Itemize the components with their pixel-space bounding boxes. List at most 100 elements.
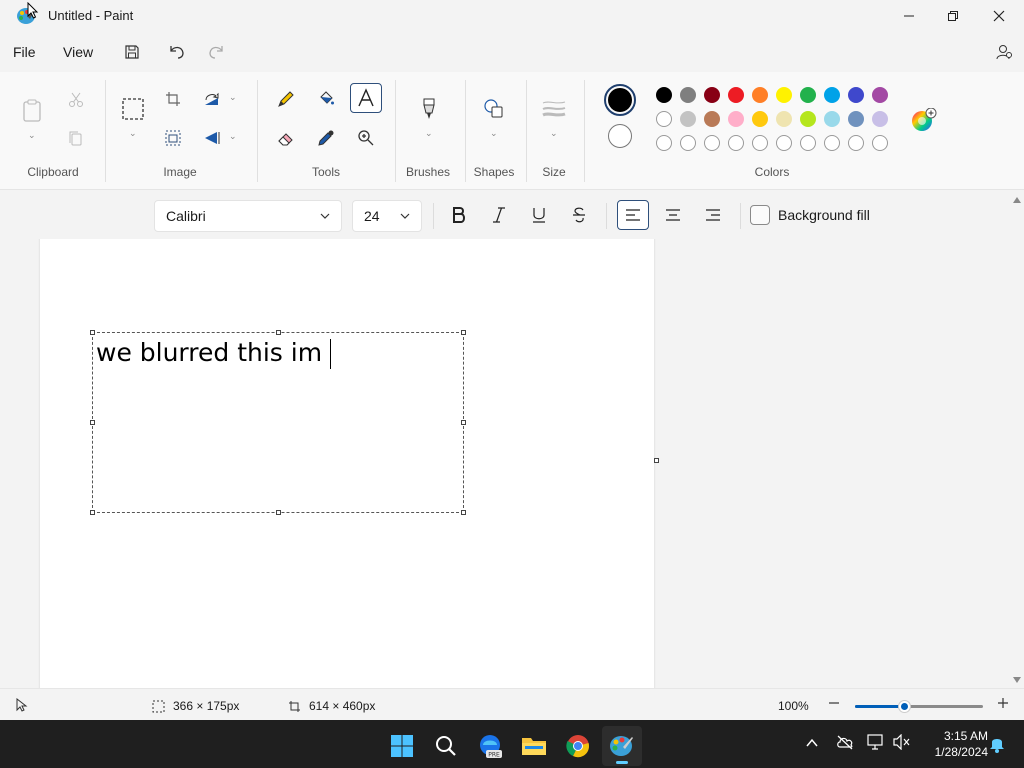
align-left-icon[interactable] xyxy=(617,200,649,230)
resize-handle[interactable] xyxy=(90,330,95,335)
edge-preview-icon[interactable]: PRE xyxy=(470,726,510,766)
color-swatch[interactable] xyxy=(728,111,744,127)
file-explorer-icon[interactable] xyxy=(514,726,554,766)
menu-view[interactable]: View xyxy=(63,44,93,60)
custom-color-slot[interactable] xyxy=(704,135,720,151)
color-swatch[interactable] xyxy=(752,87,768,103)
network-icon[interactable] xyxy=(867,734,885,750)
resize-handle[interactable] xyxy=(461,420,466,425)
select-chevron-icon[interactable]: ⌄ xyxy=(129,128,137,139)
scroll-up-icon[interactable] xyxy=(1013,197,1021,203)
color-swatch[interactable] xyxy=(776,111,792,127)
paint-taskbar-icon[interactable] xyxy=(602,726,642,766)
color-swatch[interactable] xyxy=(752,111,768,127)
custom-color-slot[interactable] xyxy=(824,135,840,151)
drawing-canvas[interactable]: we blurred this im xyxy=(40,231,654,691)
color-swatch[interactable] xyxy=(680,87,696,103)
brushes-icon[interactable] xyxy=(413,94,445,124)
custom-color-slot[interactable] xyxy=(656,135,672,151)
strikethrough-icon[interactable] xyxy=(563,200,595,230)
undo-icon[interactable] xyxy=(165,40,189,64)
custom-color-slot[interactable] xyxy=(800,135,816,151)
resize-handle[interactable] xyxy=(276,330,281,335)
resize-icon[interactable] xyxy=(157,123,189,153)
resize-handle[interactable] xyxy=(90,420,95,425)
zoom-slider[interactable] xyxy=(855,700,983,713)
paste-button[interactable] xyxy=(16,94,48,128)
color-swatch[interactable] xyxy=(704,111,720,127)
fill-bucket-icon[interactable] xyxy=(310,84,342,114)
font-size-dropdown[interactable]: 24 xyxy=(352,200,422,232)
color-swatch[interactable] xyxy=(800,111,816,127)
resize-handle[interactable] xyxy=(90,510,95,515)
scroll-down-icon[interactable] xyxy=(1013,677,1021,683)
color-swatch[interactable] xyxy=(656,111,672,127)
color-swatch[interactable] xyxy=(848,87,864,103)
close-button[interactable] xyxy=(976,0,1022,32)
notification-bell-icon[interactable] xyxy=(989,735,1005,753)
color-swatch[interactable] xyxy=(704,87,720,103)
underline-icon[interactable] xyxy=(523,200,555,230)
eraser-icon[interactable] xyxy=(270,123,302,153)
volume-muted-icon[interactable] xyxy=(893,734,911,750)
custom-color-slot[interactable] xyxy=(848,135,864,151)
bold-icon[interactable] xyxy=(443,200,475,230)
size-icon[interactable] xyxy=(538,94,570,124)
size-chevron-icon[interactable]: ⌄ xyxy=(550,128,558,139)
text-box-selection[interactable]: we blurred this im xyxy=(90,330,466,515)
color-swatch[interactable] xyxy=(872,111,888,127)
background-fill-checkbox[interactable] xyxy=(750,205,770,225)
color-swatch[interactable] xyxy=(776,87,792,103)
chrome-icon[interactable] xyxy=(558,726,598,766)
restore-button[interactable] xyxy=(930,0,976,32)
color-swatch[interactable] xyxy=(824,111,840,127)
search-icon[interactable] xyxy=(426,726,466,766)
resize-handle[interactable] xyxy=(461,510,466,515)
italic-icon[interactable] xyxy=(483,200,515,230)
start-windows-icon[interactable] xyxy=(382,726,422,766)
color-swatch[interactable] xyxy=(656,87,672,103)
zoom-out-icon[interactable] xyxy=(828,697,840,709)
align-center-icon[interactable] xyxy=(657,200,689,230)
minimize-button[interactable] xyxy=(886,0,932,32)
cut-icon[interactable] xyxy=(60,85,92,115)
zoom-in-icon[interactable] xyxy=(997,697,1009,709)
select-icon[interactable] xyxy=(117,94,149,124)
color-swatch[interactable] xyxy=(848,111,864,127)
menu-file[interactable]: File xyxy=(13,44,36,60)
paste-chevron-icon[interactable]: ⌄ xyxy=(28,130,36,141)
magnifier-icon[interactable] xyxy=(350,123,382,153)
shapes-icon[interactable] xyxy=(478,94,510,124)
font-family-dropdown[interactable]: Calibri xyxy=(154,200,342,232)
vertical-scrollbar[interactable] xyxy=(1010,191,1024,688)
flip-chevron-icon[interactable]: ⌄ xyxy=(229,131,237,142)
color-swatch[interactable] xyxy=(728,87,744,103)
typed-text[interactable]: we blurred this im xyxy=(96,338,332,369)
color-picker-icon[interactable] xyxy=(310,123,342,153)
custom-color-slot[interactable] xyxy=(752,135,768,151)
color-1-selector[interactable] xyxy=(604,84,636,116)
custom-color-slot[interactable] xyxy=(680,135,696,151)
zoom-slider-thumb[interactable] xyxy=(897,700,911,713)
brushes-chevron-icon[interactable]: ⌄ xyxy=(425,128,433,139)
show-hidden-icons-chevron-icon[interactable] xyxy=(806,738,818,748)
system-clock[interactable]: 3:15 AM 1/28/2024 xyxy=(920,728,988,760)
flip-icon[interactable] xyxy=(196,123,228,153)
custom-color-slot[interactable] xyxy=(776,135,792,151)
edit-colors-icon[interactable] xyxy=(911,107,937,134)
onedrive-icon[interactable] xyxy=(836,734,854,750)
resize-handle[interactable] xyxy=(461,330,466,335)
color-swatch[interactable] xyxy=(872,87,888,103)
color-swatch[interactable] xyxy=(680,111,696,127)
rotate-icon[interactable] xyxy=(196,84,228,114)
custom-color-slot[interactable] xyxy=(872,135,888,151)
color-2-selector[interactable] xyxy=(608,124,632,148)
copy-icon[interactable] xyxy=(60,124,92,154)
rotate-chevron-icon[interactable]: ⌄ xyxy=(229,92,237,103)
pencil-icon[interactable] xyxy=(270,84,302,114)
canvas-resize-handle[interactable] xyxy=(654,458,659,463)
align-right-icon[interactable] xyxy=(697,200,729,230)
crop-icon[interactable] xyxy=(157,84,189,114)
account-settings-icon[interactable] xyxy=(992,40,1016,64)
color-swatch[interactable] xyxy=(800,87,816,103)
